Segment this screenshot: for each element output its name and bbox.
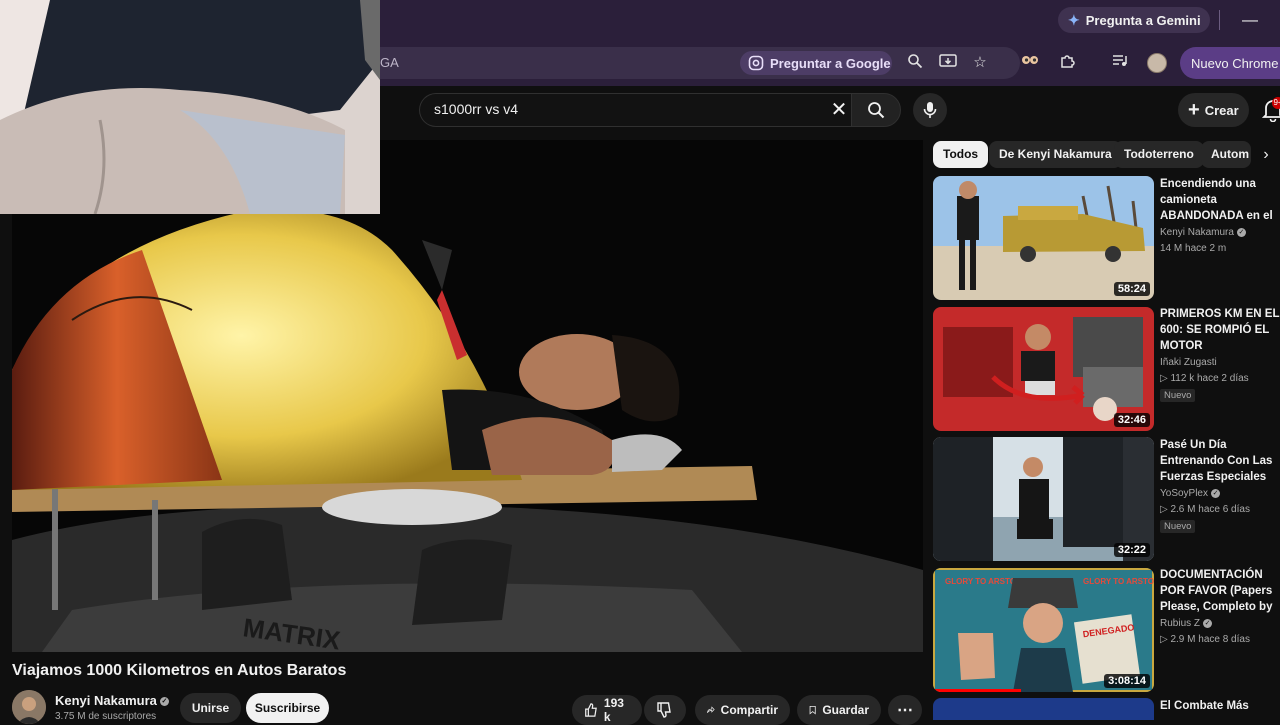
more-horizontal-icon: ⋯ (897, 702, 913, 719)
related-stats: ▷ 2.6 M hace 6 días (1160, 504, 1250, 515)
verified-icon: ✓ (1211, 488, 1220, 498)
video-duration: 58:24 (1113, 282, 1150, 296)
channel-avatar[interactable] (12, 690, 46, 724)
search-icon (868, 102, 885, 119)
watch-progress-bar (933, 689, 1022, 692)
media-controls-icon[interactable] (1110, 53, 1130, 73)
share-icon (707, 706, 715, 714)
related-title[interactable]: El Combate Más (1160, 698, 1280, 720)
thumbnail-text: GLORY TO ARSTOTZKA (1083, 577, 1154, 586)
profile-avatar[interactable] (1147, 53, 1167, 73)
clear-search-button[interactable]: ✕ (828, 99, 850, 121)
gemini-button-label: Pregunta a Gemini (1085, 12, 1201, 28)
webcam-overlay (0, 0, 380, 214)
verified-icon: ✓ (159, 697, 169, 707)
minimize-window-button[interactable]: — (1240, 12, 1260, 29)
chevron-right-icon[interactable]: › (1256, 146, 1276, 164)
chip-autom[interactable]: Autom (1201, 141, 1251, 168)
titlebar-divider (1219, 10, 1220, 30)
related-thumbnail[interactable]: 32:22 (933, 437, 1154, 561)
plus-icon: + (1188, 99, 1200, 121)
verified-icon: ✓ (1236, 227, 1246, 237)
lens-icon (748, 55, 764, 71)
related-channel[interactable]: Kenyi Nakamura ✓ (1160, 227, 1246, 238)
extensions-puzzle-icon[interactable] (1057, 53, 1077, 73)
related-thumbnail[interactable] (933, 698, 1154, 720)
create-button[interactable]: + Crear (1178, 93, 1249, 127)
channel-name[interactable]: Kenyi Nakamura ✓ (55, 693, 169, 708)
new-badge: Nuevo (1160, 520, 1196, 533)
address-bar-text: GA (380, 55, 399, 70)
search-button[interactable] (851, 93, 901, 127)
share-label: Compartir (720, 703, 778, 717)
related-thumbnail[interactable]: GLORY TO ARSTOTZKA GLORY TO ARSTOTZKA DE… (933, 568, 1154, 692)
save-button[interactable]: Guardar (797, 695, 881, 725)
play-icon: ▷ (1160, 634, 1171, 645)
install-app-icon[interactable] (938, 53, 958, 73)
related-thumbnail[interactable]: 58:24 (933, 176, 1154, 300)
share-button[interactable]: Compartir (695, 695, 790, 725)
chip-todoterreno[interactable]: Todoterreno (1114, 141, 1204, 168)
related-channel[interactable]: Rubius Z ✓ (1160, 618, 1213, 629)
gemini-button[interactable]: ✦ Pregunta a Gemini (1058, 7, 1210, 33)
join-button[interactable]: Unirse (180, 693, 241, 723)
related-title[interactable]: Encendiendo una camioneta ABANDONADA en … (1160, 176, 1280, 224)
chip-todos[interactable]: Todos (933, 141, 989, 168)
ask-google-label: Preguntar a Google (770, 55, 891, 71)
video-duration: 3:08:14 (1104, 674, 1150, 688)
video-duration: 32:22 (1113, 543, 1150, 557)
video-player[interactable]: MATRIX (12, 140, 923, 652)
extension-eyes-icon[interactable] (1020, 53, 1040, 73)
new-chrome-button[interactable]: Nuevo Chrome d (1180, 47, 1280, 79)
video-frame: MATRIX (12, 140, 923, 652)
play-icon: ▷ (1160, 504, 1171, 515)
related-title[interactable]: PRIMEROS KM EN EL 600: SE ROMPIÓ EL MOTO… (1160, 306, 1280, 354)
subscriber-count: 3.75 M de suscriptores (55, 711, 157, 722)
create-label: Crear (1204, 102, 1239, 118)
webcam-image (0, 0, 380, 214)
save-label: Guardar (822, 703, 869, 717)
search-query-text: s1000rr vs v4 (434, 101, 519, 117)
ask-google-button[interactable]: Preguntar a Google (740, 51, 892, 75)
zoom-icon[interactable] (905, 53, 925, 73)
verified-icon: ✓ (1203, 618, 1213, 628)
microphone-icon (923, 102, 937, 118)
related-stats: 14 M hace 2 m (1160, 243, 1227, 254)
related-thumbnail[interactable]: 32:46 (933, 307, 1154, 431)
like-button[interactable]: 193 k (572, 695, 642, 725)
bookmark-star-icon[interactable]: ☆ (970, 53, 990, 73)
dislike-button[interactable] (644, 695, 686, 725)
thumbs-up-icon (585, 703, 597, 717)
chip-channel[interactable]: De Kenyi Nakamura (989, 141, 1122, 168)
related-title[interactable]: DOCUMENTACIÓN POR FAVOR (Papers Please, … (1160, 567, 1280, 615)
video-title: Viajamos 1000 Kilometros en Autos Barato… (12, 662, 347, 679)
bookmark-icon (809, 705, 816, 715)
new-badge: Nuevo (1160, 389, 1196, 402)
subscribe-button[interactable]: Suscribirse (246, 693, 329, 723)
related-stats: ▷ 112 k hace 2 días (1160, 373, 1249, 384)
play-icon: ▷ (1160, 373, 1171, 384)
related-channel[interactable]: YoSoyPlex ✓ (1160, 488, 1220, 499)
video-duration: 32:46 (1113, 413, 1150, 427)
related-stats: ▷ 2.9 M hace 8 días (1160, 634, 1250, 645)
voice-search-button[interactable] (913, 93, 947, 127)
notifications-badge: 9+ (1272, 97, 1280, 109)
related-title[interactable]: Pasé Un Día Entrenando Con Las Fuerzas E… (1160, 437, 1280, 485)
more-actions-button[interactable]: ⋯ (888, 695, 922, 725)
thumbs-down-icon (657, 702, 671, 718)
gemini-sparkle-icon: ✦ (1068, 11, 1080, 28)
related-channel[interactable]: Iñaki Zugasti (1160, 357, 1217, 368)
